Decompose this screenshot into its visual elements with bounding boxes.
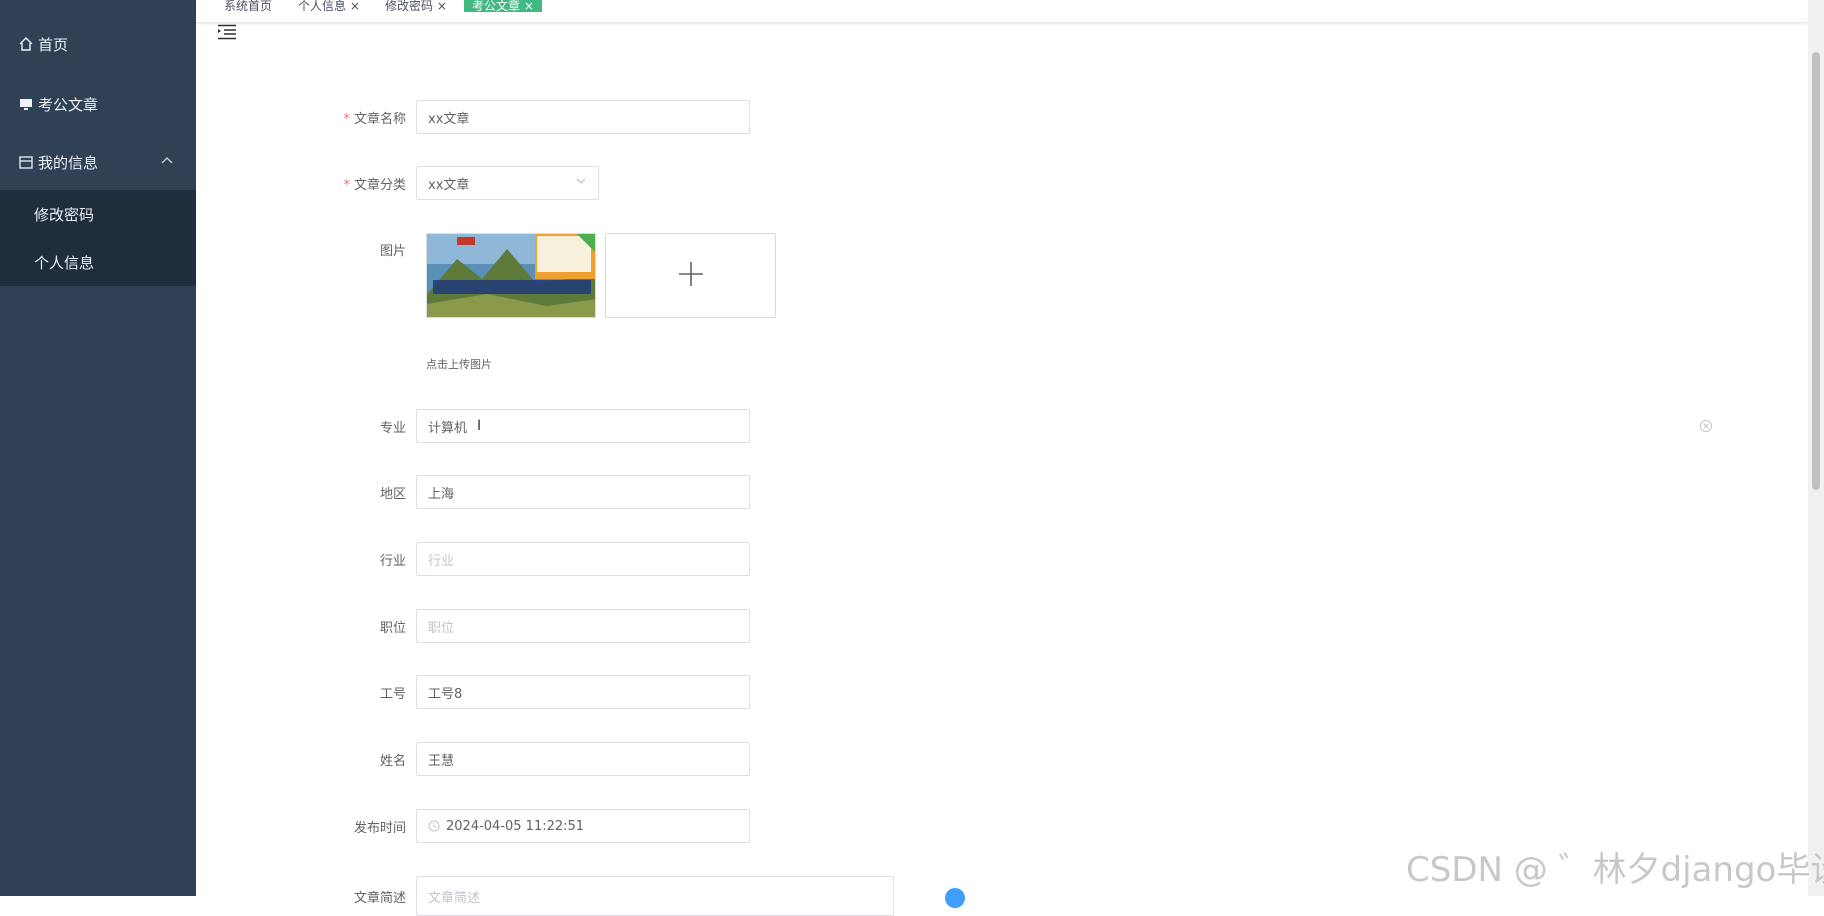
text-cursor-icon: I bbox=[477, 418, 482, 434]
clear-circle-icon[interactable] bbox=[1699, 419, 1713, 437]
sidebar-item-personal-info[interactable]: 个人信息 bbox=[0, 238, 196, 286]
form-row-jobno: 工号 工号8 bbox=[300, 675, 750, 709]
position-input[interactable]: 职位 bbox=[416, 609, 750, 643]
sidebar-item-articles[interactable]: 考公文章 bbox=[0, 76, 196, 132]
chevron-up-icon bbox=[160, 154, 174, 172]
page-scrollbar[interactable] bbox=[1808, 0, 1824, 896]
submenu-label: 修改密码 bbox=[34, 205, 95, 224]
submenu-label: 个人信息 bbox=[34, 253, 95, 272]
form-row-position: 职位 职位 bbox=[300, 609, 750, 643]
sidebar-item-home[interactable]: 首页 bbox=[0, 16, 196, 72]
category-select[interactable]: xx文章 bbox=[416, 166, 599, 200]
tag-personal-info[interactable]: 个人信息 × bbox=[298, 0, 360, 12]
form-row-title: * 文章名称 xx文章 bbox=[300, 100, 750, 134]
chevron-down-icon bbox=[575, 175, 587, 191]
pubtime-value: 2024-04-05 11:22:51 bbox=[446, 818, 585, 834]
name-label: 姓名 bbox=[379, 753, 406, 769]
region-input[interactable]: 上海 bbox=[416, 475, 750, 509]
region-label: 地区 bbox=[379, 486, 406, 502]
required-star: * bbox=[343, 111, 350, 127]
major-value: 计算机 bbox=[428, 420, 468, 436]
form-row-summary: 文章简述 文章简述 bbox=[300, 876, 894, 916]
form-row-major: 专业 计算机 I bbox=[300, 409, 750, 443]
required-star: * bbox=[343, 177, 350, 193]
sidebar-item-label: 考公文章 bbox=[38, 95, 99, 114]
uploaded-image-thumbnail[interactable] bbox=[426, 233, 596, 318]
title-input[interactable]: xx文章 bbox=[416, 100, 750, 134]
watermark: CSDN @ ゛林夕django毕设 bbox=[1406, 850, 1824, 890]
form-row-industry: 行业 行业 bbox=[300, 542, 750, 576]
home-icon bbox=[18, 36, 34, 52]
tags-view: 系统首页 个人信息 × 修改密码 × 考公文章 × bbox=[196, 0, 1808, 23]
name-input[interactable]: 王慧 bbox=[416, 742, 750, 776]
image-label: 图片 bbox=[379, 244, 406, 259]
category-label: * 文章分类 bbox=[343, 177, 406, 193]
sidebar-item-label: 我的信息 bbox=[38, 153, 99, 172]
info-dot-icon bbox=[945, 888, 965, 908]
form-row-image: 图片 bbox=[300, 240, 416, 259]
title-label: * 文章名称 bbox=[343, 111, 406, 127]
major-label: 专业 bbox=[379, 420, 406, 436]
position-label: 职位 bbox=[379, 620, 406, 636]
form-row-category: * 文章分类 xx文章 bbox=[300, 166, 599, 200]
industry-label: 行业 bbox=[379, 553, 406, 569]
calendar-icon bbox=[18, 154, 34, 170]
major-input[interactable]: 计算机 I bbox=[416, 409, 750, 443]
form-row-region: 地区 上海 bbox=[300, 475, 750, 509]
sidebar-item-my-info[interactable]: 我的信息 bbox=[0, 134, 196, 190]
jobno-label: 工号 bbox=[379, 686, 406, 702]
plus-icon bbox=[677, 260, 705, 292]
sidebar-item-change-password[interactable]: 修改密码 bbox=[0, 190, 196, 238]
industry-input[interactable]: 行业 bbox=[416, 542, 750, 576]
monitor-icon bbox=[18, 96, 34, 112]
clock-icon bbox=[428, 820, 440, 832]
tag-home[interactable]: 系统首页 bbox=[224, 0, 272, 12]
pubtime-label: 发布时间 bbox=[353, 820, 406, 836]
pubtime-input[interactable]: 2024-04-05 11:22:51 bbox=[416, 809, 750, 843]
image-upload-button[interactable] bbox=[605, 233, 776, 318]
summary-textarea[interactable]: 文章简述 bbox=[416, 876, 894, 916]
sidebar-submenu: 修改密码 个人信息 bbox=[0, 190, 196, 286]
category-value: xx文章 bbox=[428, 177, 470, 193]
sidebar-item-label: 首页 bbox=[38, 35, 69, 54]
upload-tip: 点击上传图片 bbox=[426, 358, 492, 371]
scrollbar-thumb[interactable] bbox=[1812, 52, 1820, 490]
tag-articles[interactable]: 考公文章 × bbox=[464, 0, 542, 12]
form-row-pubtime: 发布时间 2024-04-05 11:22:51 bbox=[300, 809, 750, 843]
jobno-input[interactable]: 工号8 bbox=[416, 675, 750, 709]
tag-change-password[interactable]: 修改密码 × bbox=[385, 0, 447, 12]
form-row-name: 姓名 王慧 bbox=[300, 742, 750, 776]
summary-label: 文章简述 bbox=[353, 890, 406, 906]
sidebar: 首页 考公文章 我的信息 修改密码 个人信息 bbox=[0, 0, 196, 896]
hamburger-menu-icon[interactable] bbox=[217, 24, 237, 40]
